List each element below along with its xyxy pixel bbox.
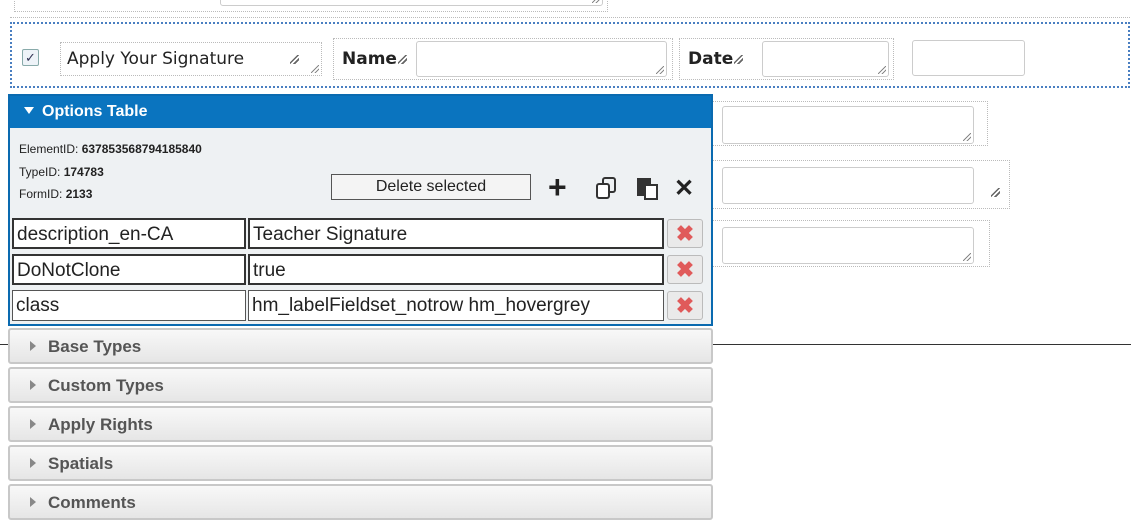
accordion-custom-types[interactable]: Custom Types: [8, 367, 713, 403]
close-icon[interactable]: ✕: [674, 176, 694, 202]
form-id: FormID: 2133: [19, 187, 93, 201]
options-table-title: Options Table: [42, 103, 148, 120]
option-value-input[interactable]: hm_labelFieldset_notrow hm_hovergrey: [248, 290, 664, 321]
apply-signature-checkbox[interactable]: ✓: [22, 49, 39, 66]
edit-grip-icon: [290, 55, 299, 64]
accordion-label: Spatials: [48, 454, 114, 473]
accordion-base-types[interactable]: Base Types: [8, 328, 713, 364]
collapse-triangle-icon: [24, 107, 34, 114]
table-row[interactable]: description_en-CA Teacher Signature ✖: [12, 217, 709, 250]
expand-triangle-icon: [30, 419, 36, 429]
expand-triangle-icon: [30, 458, 36, 468]
option-key-input[interactable]: class: [12, 290, 246, 321]
paste-icon[interactable]: [634, 176, 662, 200]
option-value-input[interactable]: true: [248, 254, 664, 285]
plus-icon[interactable]: +: [548, 171, 567, 203]
accordion-label: Base Types: [48, 337, 142, 356]
apply-signature-text: Apply Your Signature: [67, 49, 245, 69]
name-label: Name: [342, 49, 407, 69]
right-input-2[interactable]: [722, 167, 974, 204]
extra-input[interactable]: [912, 40, 1025, 76]
accordion-apply-rights[interactable]: Apply Rights: [8, 406, 713, 442]
options-table-panel: Options Table ElementID: 637853568794185…: [8, 94, 713, 326]
table-row[interactable]: class hm_labelFieldset_notrow hm_hovergr…: [12, 289, 709, 322]
delete-selected-button[interactable]: Delete selected: [331, 174, 531, 200]
resize-grip-icon[interactable]: [311, 65, 319, 73]
delete-row-icon[interactable]: ✖: [667, 255, 703, 284]
expand-triangle-icon: [30, 497, 36, 507]
accordion-comments[interactable]: Comments: [8, 484, 713, 520]
accordion-label: Apply Rights: [48, 415, 153, 434]
delete-row-icon[interactable]: ✖: [667, 219, 703, 248]
type-id: TypeID: 174783: [19, 165, 104, 179]
element-id: ElementID: 637853568794185840: [19, 142, 202, 156]
date-input[interactable]: [762, 41, 889, 77]
accordion-label: Comments: [48, 493, 136, 512]
name-input[interactable]: [416, 41, 667, 77]
options-table-header[interactable]: Options Table: [10, 96, 711, 128]
date-label: Date: [688, 49, 744, 69]
resize-grip-icon[interactable]: [991, 188, 1000, 197]
right-input-3[interactable]: [722, 227, 974, 264]
table-row[interactable]: DoNotClone true ✖: [12, 253, 709, 286]
accordion-label: Custom Types: [48, 376, 164, 395]
delete-row-icon[interactable]: ✖: [667, 291, 703, 320]
previous-input[interactable]: [220, 0, 603, 6]
apply-signature-label[interactable]: Apply Your Signature: [60, 42, 322, 76]
expand-triangle-icon: [30, 380, 36, 390]
copy-icon[interactable]: [593, 176, 621, 200]
right-input-1[interactable]: [722, 106, 974, 144]
top-divider: [10, 17, 1130, 18]
option-key-input[interactable]: description_en-CA: [12, 218, 246, 249]
option-value-input[interactable]: Teacher Signature: [248, 218, 664, 249]
accordion-spatials[interactable]: Spatials: [8, 445, 713, 481]
expand-triangle-icon: [30, 341, 36, 351]
option-key-input[interactable]: DoNotClone: [12, 254, 246, 285]
previous-field-fragment: [14, 0, 608, 12]
